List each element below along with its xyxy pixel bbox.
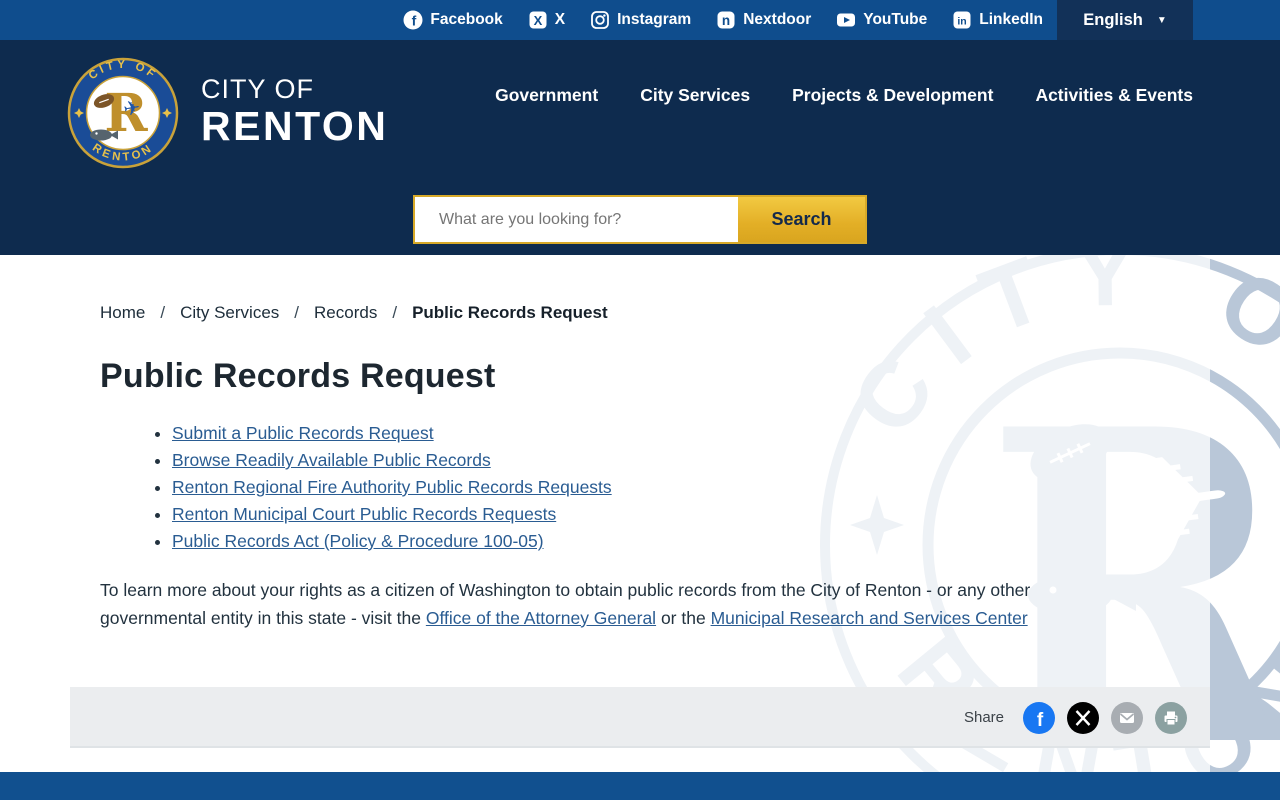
nextdoor-icon: n [717, 11, 735, 29]
language-label: English [1083, 10, 1143, 29]
x-icon: X [529, 11, 547, 29]
airplane-icon: ✈ [1115, 422, 1243, 582]
nav-government[interactable]: Government [495, 85, 598, 106]
linkedin-icon: in [953, 11, 971, 29]
social-links: f Facebook X X Instagram n Nextdoor YouT… [403, 10, 1043, 30]
svg-text:f: f [412, 13, 417, 29]
breadcrumb-current: Public Records Request [412, 303, 608, 322]
linkedin-link[interactable]: in LinkedIn [952, 10, 1043, 30]
link-records-act[interactable]: Public Records Act (Policy & Procedure 1… [172, 531, 544, 551]
footer-bar [0, 772, 1280, 800]
search-input[interactable] [415, 197, 738, 242]
main-nav: Government City Services Projects & Deve… [495, 85, 1193, 106]
breadcrumb-separator: / [392, 303, 398, 322]
link-fire-authority[interactable]: Renton Regional Fire Authority Public Re… [172, 477, 612, 497]
link-mrsc[interactable]: Municipal Research and Services Center [711, 608, 1028, 628]
instagram-icon [591, 11, 610, 29]
share-print-button[interactable] [1154, 701, 1188, 735]
link-attorney-general[interactable]: Office of the Attorney General [426, 608, 656, 628]
intro-paragraph: To learn more about your rights as a cit… [100, 577, 1085, 632]
nav-city-services[interactable]: City Services [640, 85, 750, 106]
brand-renton: RENTON [201, 103, 389, 149]
x-link[interactable]: X X [528, 10, 565, 30]
breadcrumb-city-services[interactable]: City Services [180, 303, 279, 323]
share-facebook-button[interactable]: f [1022, 701, 1056, 735]
breadcrumb-separator: / [160, 303, 166, 322]
share-email-button[interactable] [1110, 701, 1144, 735]
link-municipal-court[interactable]: Renton Municipal Court Public Records Re… [172, 504, 556, 524]
list-item: Renton Regional Fire Authority Public Re… [172, 474, 1085, 501]
topbar: f Facebook X X Instagram n Nextdoor YouT… [0, 0, 1280, 40]
breadcrumb-records[interactable]: Records [314, 303, 377, 323]
svg-text:in: in [958, 16, 967, 28]
site-header: CITY OF RENTON R ✈ CITY OF RENTON Govern… [0, 40, 1280, 255]
quick-links-list: Submit a Public Records Request Browse R… [100, 420, 1085, 555]
list-item: Submit a Public Records Request [172, 420, 1085, 447]
brand-logo-link[interactable]: CITY OF RENTON R ✈ CITY OF RENTON [67, 57, 388, 169]
page-title: Public Records Request [100, 357, 496, 395]
facebook-icon: f [403, 10, 423, 30]
page: CITY OF RENTON R ✈ f Facebook [0, 0, 1280, 800]
nextdoor-link[interactable]: n Nextdoor [716, 10, 811, 30]
share-bar: Share f [70, 687, 1210, 748]
share-label: Share [963, 709, 1004, 726]
svg-text:f: f [1037, 710, 1044, 731]
youtube-link[interactable]: YouTube [836, 10, 927, 30]
brand-city-of: CITY OF [201, 74, 315, 104]
list-item: Browse Readily Available Public Records [172, 447, 1085, 474]
chevron-down-icon: ▼ [1156, 14, 1167, 26]
main-content: Home / City Services / Records / Public … [100, 303, 1085, 632]
search-bar: Search [413, 195, 867, 244]
youtube-icon [837, 13, 856, 27]
breadcrumb-separator: / [294, 303, 300, 322]
language-selector[interactable]: English ▼ [1057, 0, 1193, 40]
link-submit-request[interactable]: Submit a Public Records Request [172, 423, 434, 443]
list-item: Public Records Act (Policy & Procedure 1… [172, 528, 1085, 555]
share-x-button[interactable] [1066, 701, 1100, 735]
city-seal-logo: CITY OF RENTON R ✈ [67, 57, 179, 169]
paragraph-text: or the [656, 607, 711, 628]
nav-projects-development[interactable]: Projects & Development [792, 85, 993, 106]
svg-text:n: n [722, 13, 730, 28]
breadcrumb-home[interactable]: Home [100, 303, 145, 323]
x-share-icon [1067, 701, 1099, 734]
facebook-link[interactable]: f Facebook [403, 10, 503, 30]
search-button[interactable]: Search [738, 197, 865, 242]
breadcrumb: Home / City Services / Records / Public … [100, 303, 1085, 323]
facebook-share-icon: f [1023, 701, 1055, 734]
link-browse-records[interactable]: Browse Readily Available Public Records [172, 450, 491, 470]
list-item: Renton Municipal Court Public Records Re… [172, 501, 1085, 528]
print-share-icon [1155, 701, 1187, 734]
email-share-icon [1111, 701, 1143, 734]
nav-activities-events[interactable]: Activities & Events [1035, 85, 1193, 106]
instagram-link[interactable]: Instagram [590, 10, 691, 30]
svg-text:X: X [533, 13, 542, 28]
